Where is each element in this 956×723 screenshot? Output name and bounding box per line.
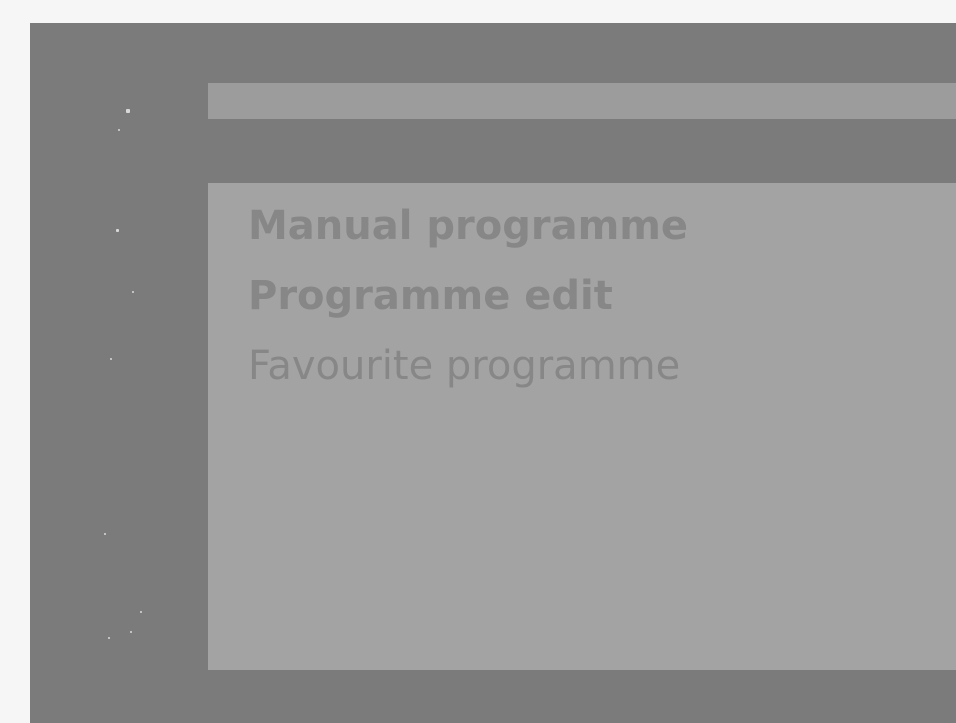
rail-indicator-icon bbox=[104, 533, 106, 535]
rail-indicator-icon bbox=[118, 129, 120, 131]
menu-item-favourite-programme[interactable]: Favourite programme bbox=[248, 331, 688, 401]
rail-indicator-icon bbox=[116, 229, 119, 232]
menu-title-bar bbox=[208, 83, 956, 119]
tv-menu-screen: Manual programme Programme edit Favourit… bbox=[30, 23, 956, 723]
rail-indicator-icon bbox=[126, 109, 130, 113]
menu-item-programme-edit[interactable]: Programme edit bbox=[248, 261, 688, 331]
programme-menu-list: Manual programme Programme edit Favourit… bbox=[248, 191, 688, 401]
rail-indicator-icon bbox=[108, 637, 110, 639]
rail-indicator-icon bbox=[110, 358, 112, 360]
rail-indicator-icon bbox=[140, 611, 142, 613]
left-icon-rail bbox=[30, 23, 208, 723]
programme-menu-panel: Manual programme Programme edit Favourit… bbox=[208, 183, 956, 670]
rail-indicator-icon bbox=[132, 291, 134, 293]
menu-item-manual-programme[interactable]: Manual programme bbox=[248, 191, 688, 261]
rail-indicator-icon bbox=[130, 631, 132, 633]
